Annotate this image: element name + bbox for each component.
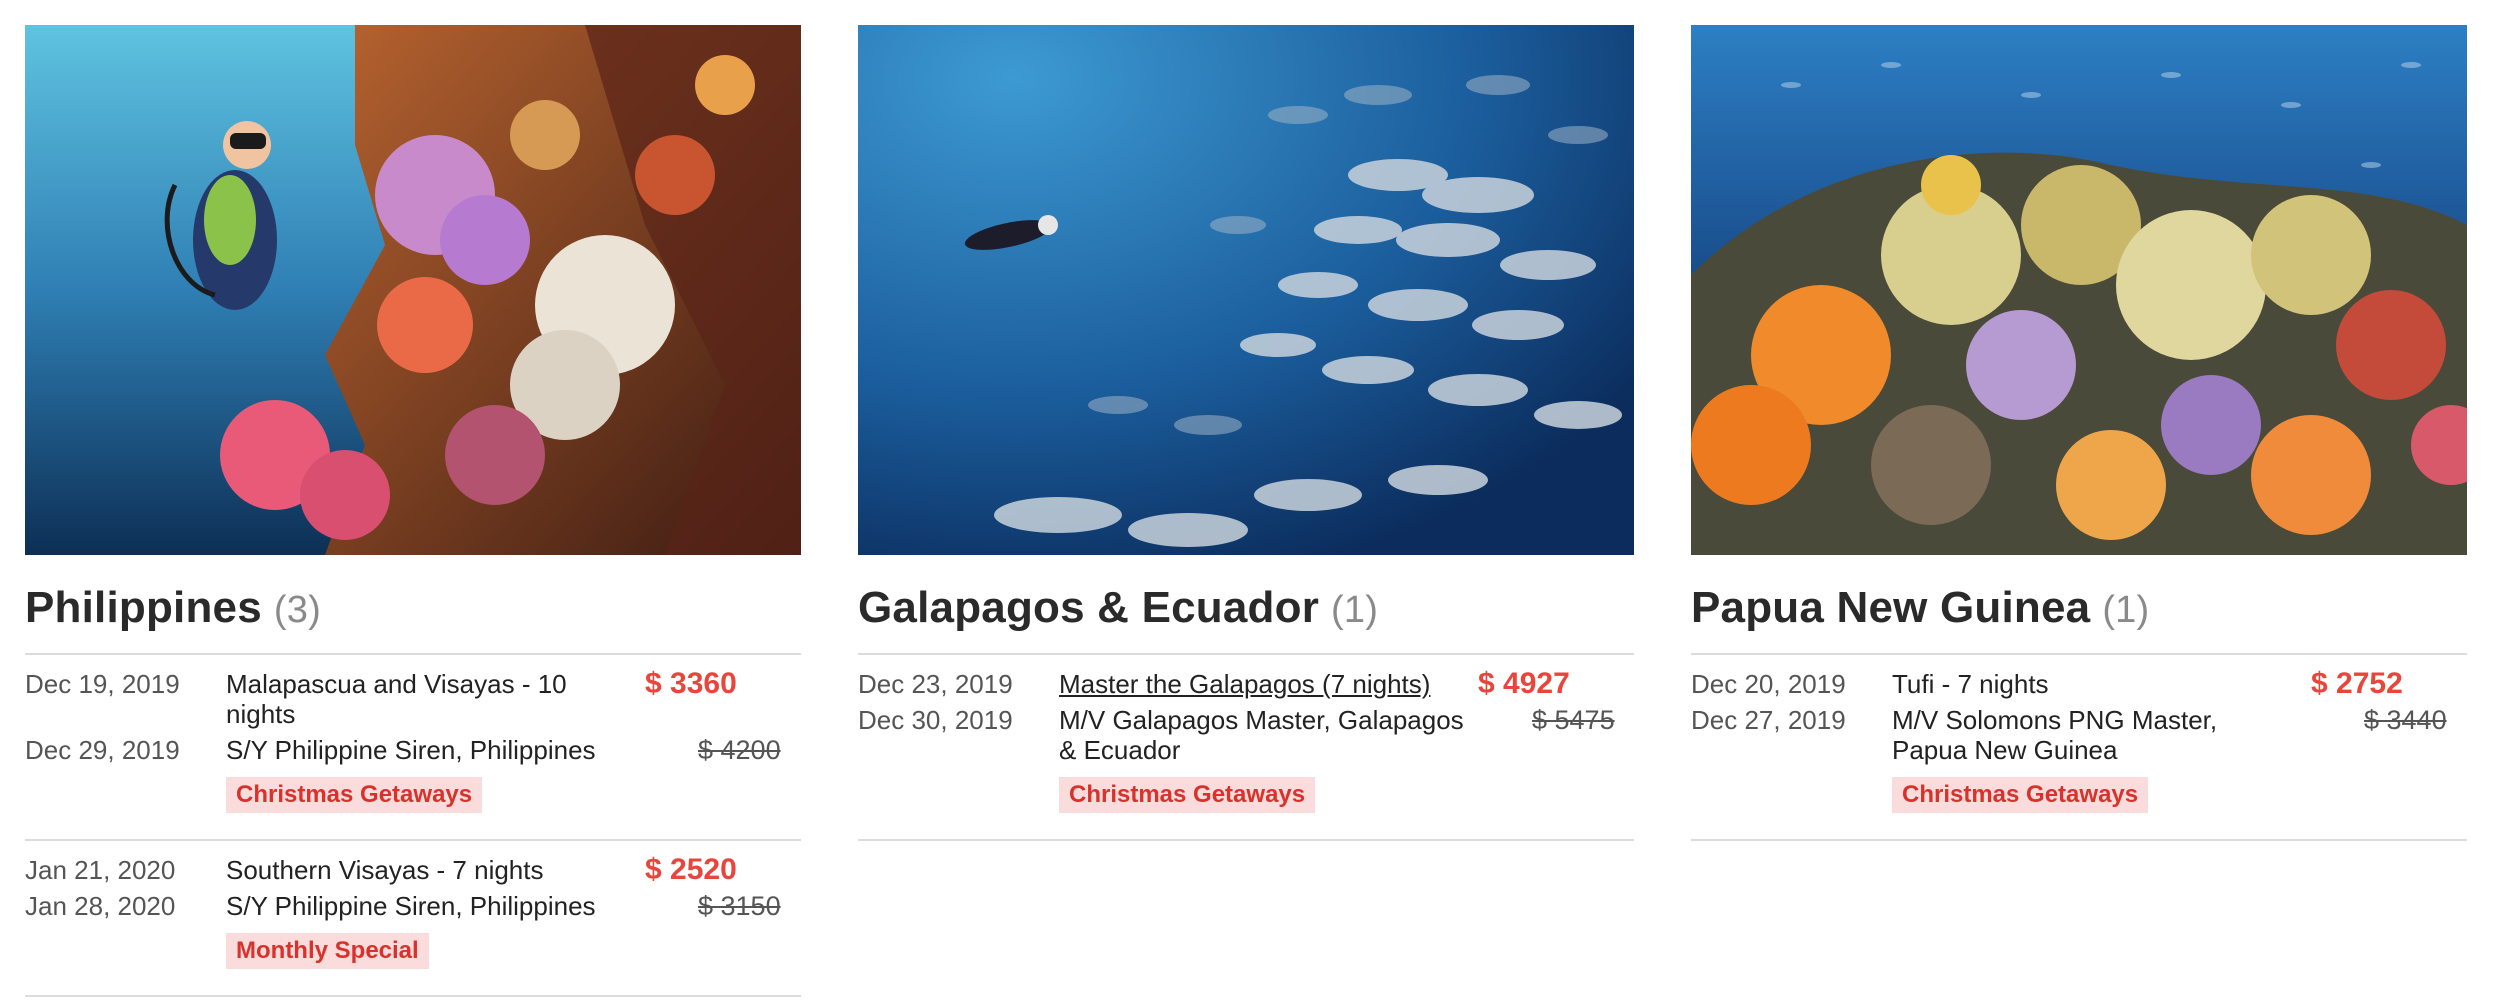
coral-reef-photo (1691, 25, 2467, 555)
destination-grid: Philippines (3) Dec 19, 2019 Malapascua … (25, 25, 2467, 997)
trip-vessel: M/V Solomons PNG Master, Papua New Guine… (1892, 705, 2312, 765)
trip-end-date: Dec 30, 2019 (858, 705, 1013, 735)
trip-name[interactable]: Malapascua and Visayas - 10 nights (226, 669, 646, 729)
destination-photo-philippines[interactable] (25, 25, 801, 555)
trip-name-line1: Malapascua and Visayas - 10 (226, 669, 567, 699)
trip-price: $ 3360 (645, 667, 737, 700)
diver-coral-photo (25, 25, 801, 555)
trip-name-line2: nights (226, 699, 296, 729)
trip-name-link[interactable]: Master the Galapagos (7 nights) (1059, 669, 1430, 699)
destination-photo-galapagos[interactable] (858, 25, 1634, 555)
trip-row: Dec 27, 2019 M/V Solomons PNG Master, Pa… (1691, 705, 2467, 765)
trip-vessel-line2: Papua New Guinea (1892, 735, 2118, 765)
trip-old-price: $ 5475 (1532, 705, 1615, 735)
trip-start-date: Dec 23, 2019 (858, 669, 1013, 699)
promo-badge[interactable]: Christmas Getaways (1059, 777, 1316, 813)
trip-start-date: Jan 21, 2020 (25, 855, 176, 885)
promo-badge[interactable]: Christmas Getaways (226, 777, 483, 813)
trip-old-price: $ 4200 (698, 735, 781, 765)
fish-school-photo (858, 25, 1634, 555)
trip-old-price: $ 3150 (698, 891, 781, 921)
trip-price: $ 4927 (1478, 667, 1570, 700)
destination-card-png: Papua New Guinea (1) Dec 20, 2019 Tufi -… (1691, 25, 2467, 997)
trip-item[interactable]: Jan 21, 2020 Southern Visayas - 7 nights… (25, 841, 801, 997)
trip-end-date: Dec 27, 2019 (1691, 705, 1846, 735)
trip-start-date: Dec 19, 2019 (25, 669, 180, 699)
destination-card-galapagos: Galapagos & Ecuador (1) Dec 23, 2019 Mas… (858, 25, 1634, 997)
trip-item[interactable]: Dec 20, 2019 Tufi - 7 nights Dec 27, 201… (1691, 655, 2467, 841)
trip-end-date: Jan 28, 2020 (25, 891, 176, 921)
trip-price: $ 2520 (645, 853, 737, 886)
trip-vessel: M/V Galapagos Master, Galapagos & Ecuado… (1059, 705, 1479, 765)
trip-end-date: Dec 29, 2019 (25, 735, 180, 765)
trip-row: Dec 30, 2019 M/V Galapagos Master, Galap… (858, 705, 1634, 765)
destination-photo-png[interactable] (1691, 25, 2467, 555)
promo-badge[interactable]: Christmas Getaways (1892, 777, 2149, 813)
trip-name[interactable]: Tufi - 7 nights (1892, 669, 2049, 699)
trip-price: $ 2752 (2311, 667, 2403, 700)
trip-start-date: Dec 20, 2019 (1691, 669, 1846, 699)
trip-vessel: S/Y Philippine Siren, Philippines (226, 735, 596, 765)
destination-card-philippines: Philippines (3) Dec 19, 2019 Malapascua … (25, 25, 801, 997)
promo-badge[interactable]: Monthly Special (226, 933, 429, 969)
card-title[interactable]: Galapagos & Ecuador (1) (858, 583, 1634, 633)
trip-count: (1) (1331, 589, 1379, 631)
trip-row: Dec 29, 2019 S/Y Philippine Siren, Phili… (25, 735, 801, 765)
destination-name[interactable]: Papua New Guinea (1691, 583, 2090, 633)
trip-vessel-line1: M/V Galapagos Master, Galapagos (1059, 705, 1464, 735)
trip-old-price: $ 3440 (2364, 705, 2447, 735)
trip-item[interactable]: Dec 23, 2019 Master the Galapagos (7 nig… (858, 655, 1634, 841)
trip-vessel-line1: M/V Solomons PNG Master, (1892, 705, 2218, 735)
trip-row: Jan 28, 2020 S/Y Philippine Siren, Phili… (25, 891, 801, 921)
card-title[interactable]: Philippines (3) (25, 583, 801, 633)
trip-vessel-line2: & Ecuador (1059, 735, 1181, 765)
trip-item[interactable]: Dec 19, 2019 Malapascua and Visayas - 10… (25, 655, 801, 841)
card-title[interactable]: Papua New Guinea (1) (1691, 583, 2467, 633)
destination-name[interactable]: Philippines (25, 583, 262, 633)
trip-count: (1) (2102, 589, 2150, 631)
trip-vessel: S/Y Philippine Siren, Philippines (226, 891, 596, 921)
trip-name[interactable]: Southern Visayas - 7 nights (226, 855, 543, 885)
trip-count: (3) (273, 589, 321, 631)
destination-name[interactable]: Galapagos & Ecuador (858, 583, 1319, 633)
